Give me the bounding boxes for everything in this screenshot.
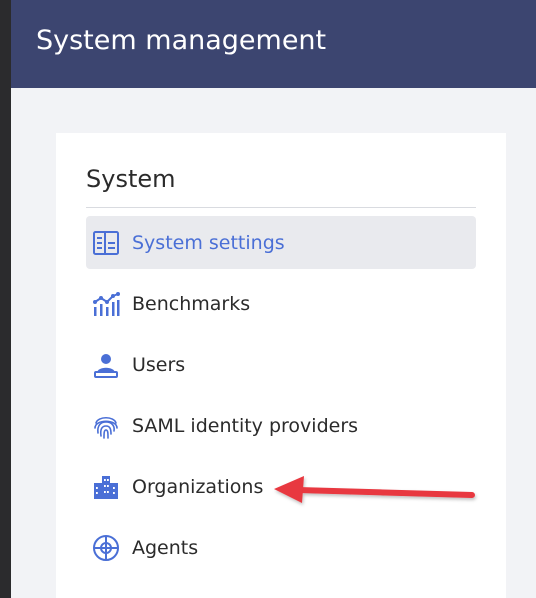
page-title: System management (36, 25, 327, 56)
left-edge-strip (0, 0, 11, 598)
benchmarks-icon (91, 289, 121, 319)
system-panel: System System settings Benchmarks Users … (56, 133, 506, 598)
menu-item-saml-identity-providers[interactable]: SAML identity providers (86, 399, 476, 452)
menu-item-organizations[interactable]: Organizations (86, 460, 476, 513)
organizations-icon (91, 472, 121, 502)
agents-icon (91, 533, 121, 563)
menu-item-label: Agents (132, 537, 199, 559)
fingerprint-icon (91, 411, 121, 441)
menu-item-system-settings[interactable]: System settings (86, 216, 476, 269)
menu-item-label: Benchmarks (132, 293, 251, 315)
menu-item-benchmarks[interactable]: Benchmarks (86, 277, 476, 330)
menu-item-label: Organizations (132, 476, 264, 498)
users-icon (91, 350, 121, 380)
page-header: System management (11, 0, 536, 88)
menu-item-label: System settings (132, 232, 285, 254)
menu-item-label: SAML identity providers (132, 415, 359, 437)
panel-divider (86, 207, 476, 208)
system-settings-icon (91, 228, 121, 258)
menu-item-agents[interactable]: Agents (86, 521, 476, 574)
menu-item-label: Users (132, 354, 186, 376)
panel-title: System (86, 165, 176, 193)
menu-item-users[interactable]: Users (86, 338, 476, 391)
